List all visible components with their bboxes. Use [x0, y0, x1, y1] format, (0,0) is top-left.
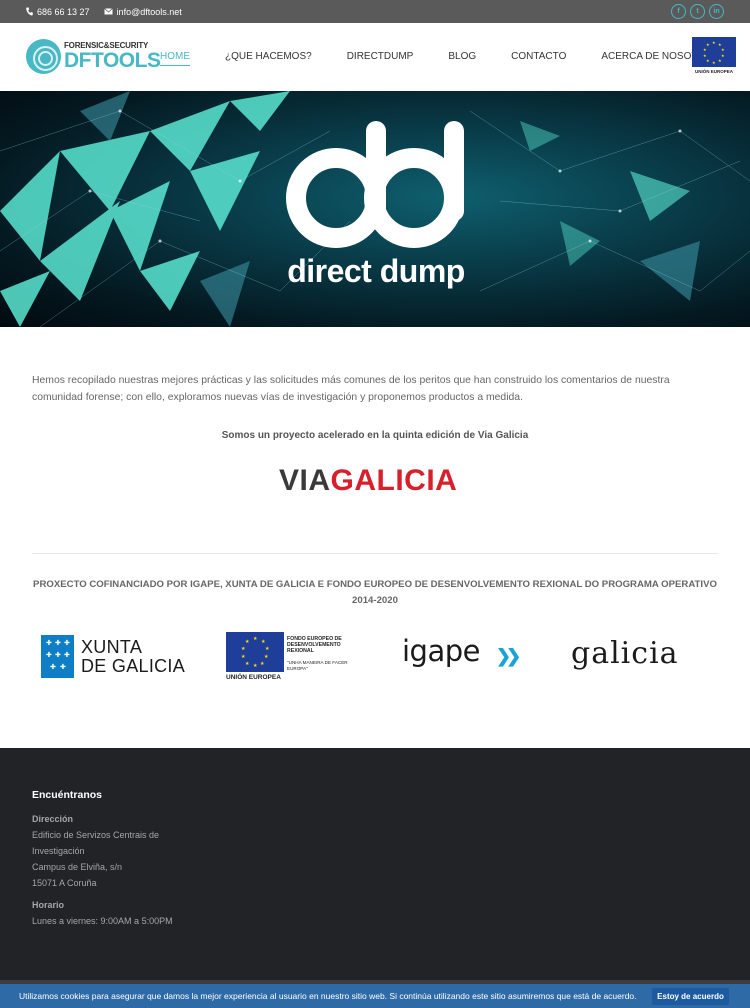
twitter-icon[interactable]: t	[690, 4, 705, 19]
accelerated-text: Somos un proyecto acelerado en la quinta…	[221, 430, 529, 441]
phone-icon	[26, 7, 33, 16]
igape-text: igape	[402, 634, 481, 668]
xunta-line2: DE GALICIA	[81, 655, 186, 676]
hero-title: direct dump	[287, 253, 465, 289]
top-bar: 686 66 13 27 info@dftools.net f t in	[0, 0, 750, 23]
address-line: Edificio de Servizos Centrais de	[32, 830, 160, 840]
linkedin-icon[interactable]: in	[709, 4, 724, 19]
social-links: f t in	[671, 4, 724, 19]
xunta-shield-icon: ✚ ✚ ✚ ✚ ✚ ✚ ✚ ✚	[41, 635, 74, 678]
cookie-banner: Utilizamos cookies para asegurar que dam…	[0, 980, 750, 1008]
cofinanced-text: PROXECTO COFINANCIADO POR IGAPE, XUNTA D…	[33, 579, 717, 606]
eu-flag-logo: ★ ★ ★ ★ ★ ★ ★ ★ ★ ★ UNIÓN EUROPEA	[692, 37, 736, 75]
eu-caption: UNIÓN EUROPEA	[694, 69, 733, 74]
envelope-icon	[103, 8, 113, 15]
section-divider	[32, 553, 718, 554]
footer-title: Encuéntranos	[32, 789, 103, 801]
address-line: Campus de Elviña, s/n	[32, 862, 123, 872]
feder-caption: UNIÓN EUROPEA	[226, 674, 281, 681]
site-footer: Encuéntranos Dirección Edificio de Servi…	[0, 748, 750, 1008]
feder-title: FONDO EUROPEO DE DESENVOLVEMENTO REXIONA…	[287, 636, 342, 654]
email-address: info@dftools.net	[116, 6, 182, 17]
nav-que-hacemos[interactable]: ¿QUE HACEMOS?	[225, 51, 312, 66]
nav-blog[interactable]: BLOG	[448, 51, 476, 66]
address-line: Investigación	[32, 846, 85, 856]
feder-motto: "UNHA MANEIRA DE FACER EUROPA"	[287, 660, 348, 671]
network-background	[0, 91, 750, 327]
xunta-logo: ✚ ✚ ✚ ✚ ✚ ✚ ✚ ✚ XUNTA DE GALICIA	[41, 635, 185, 678]
fingerprint-icon	[26, 39, 61, 74]
viagalicia-galicia: GALICIA	[330, 464, 458, 497]
directdump-logo-icon	[286, 121, 464, 248]
viagalicia-logo[interactable]: VIAGALICIA	[279, 464, 471, 508]
eu-stars-icon: ★ ★ ★ ★ ★ ★ ★ ★ ★ ★	[692, 37, 736, 67]
address-label: Dirección	[32, 814, 74, 824]
nav-home[interactable]: HOME	[160, 51, 190, 66]
xunta-name: XUNTA DE GALICIA	[81, 636, 186, 676]
nav-contacto[interactable]: CONTACTO	[511, 51, 566, 66]
phone-contact[interactable]: 686 66 13 27	[26, 7, 90, 17]
intro-paragraph: Hemos recopilado nuestras mejores prácti…	[32, 375, 670, 403]
cookie-text: Utilizamos cookies para asegurar que dam…	[19, 991, 637, 1001]
igape-arrows-icon: ❯❯	[496, 646, 521, 666]
xunta-line1: XUNTA	[81, 636, 143, 657]
accept-cookies-button[interactable]: Estoy de acuerdo	[652, 988, 729, 1005]
phone-number: 686 66 13 27	[37, 6, 90, 17]
address-line: 15071 A Coruña	[32, 878, 97, 888]
hours-label: Horario	[32, 900, 65, 910]
galicia-logo: galicia	[571, 636, 679, 671]
sponsor-logos: ✚ ✚ ✚ ✚ ✚ ✚ ✚ ✚ XUNTA DE GALICIA ★ ★ ★ ★ ★ ★ ★ ★ ★ ★ U…	[0, 628, 750, 688]
hours-text: Lunes a viernes: 9:00AM a 5:00PM	[32, 916, 173, 926]
facebook-icon[interactable]: f	[671, 4, 686, 19]
feder-logo: ★ ★ ★ ★ ★ ★ ★ ★ ★ ★ UNIÓN EUROPEA FONDO EUROPEO D…	[226, 632, 350, 682]
logo-title: DFTOOLS	[64, 49, 161, 72]
email-contact[interactable]: info@dftools.net	[103, 6, 182, 17]
site-header: FORENSIC&SECURITY DFTOOLS HOME ¿QUE HACE…	[0, 23, 750, 91]
nav-directdump[interactable]: DIRECTDUMP	[347, 51, 414, 66]
viagalicia-via: VIA	[279, 464, 331, 497]
site-logo[interactable]: FORENSIC&SECURITY DFTOOLS	[26, 39, 161, 74]
logo-text: FORENSIC&SECURITY DFTOOLS	[64, 42, 161, 72]
hero-banner: direct dump	[0, 91, 750, 327]
main-nav: HOME ¿QUE HACEMOS? DIRECTDUMP BLOG CONTA…	[160, 51, 750, 66]
igape-logo: igape ❯❯	[402, 634, 524, 680]
eu-stars-icon: ★ ★ ★ ★ ★ ★ ★ ★ ★ ★	[226, 632, 284, 672]
